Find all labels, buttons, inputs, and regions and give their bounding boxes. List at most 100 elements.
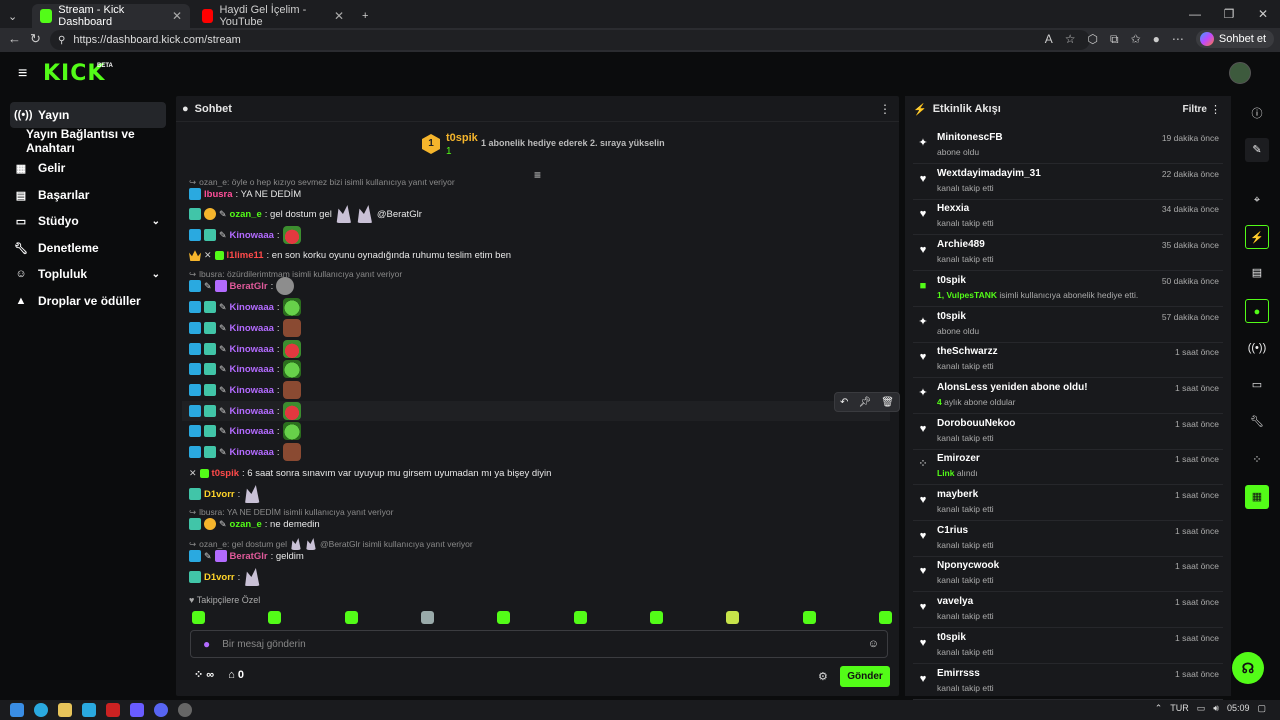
tab-list-button[interactable]: ⌄ — [2, 4, 28, 28]
event-username[interactable]: t0spik — [937, 632, 966, 643]
activity-event[interactable]: ✦ MinitonescFB abone oldu 19 dakika önce — [913, 128, 1223, 164]
activity-event[interactable]: ♥ theSchwarzz kanalı takip etti 1 saat önce — [913, 342, 1223, 379]
copilot-chat-button[interactable]: Sohbet et — [1195, 30, 1274, 48]
chat-message[interactable]: ✎ BeratGlr : — [189, 277, 295, 295]
sidebar-item-gelir[interactable]: ▦ Gelir — [10, 155, 166, 181]
discord-icon[interactable] — [154, 703, 168, 717]
emote-icon[interactable] — [573, 611, 587, 624]
chat-message[interactable]: ✕ t0spik : 6 saat sonra sınavım var uyuy… — [189, 464, 551, 482]
chat-username[interactable]: ozan_e — [230, 519, 262, 530]
chat-message[interactable]: ✎ Kinowaaa : — [189, 226, 301, 244]
browser-tab-kick[interactable]: Stream - Kick Dashboard ✕ — [32, 4, 190, 28]
activity-event[interactable]: ♥ Nponycwook kanalı takip etti 1 saat önce — [913, 556, 1223, 593]
clock[interactable]: 05:09 — [1227, 703, 1250, 714]
user-avatar[interactable] — [1229, 62, 1251, 84]
reload-icon[interactable]: ↻ — [30, 31, 41, 47]
chat-message[interactable]: ✕ l1lime11 : en son korku oyunu oynadığı… — [189, 246, 511, 264]
volume-icon[interactable]: 🔊︎ — [1213, 703, 1219, 714]
close-tab-icon[interactable]: ✕ — [334, 9, 344, 23]
chat-username[interactable]: ozan_e — [230, 209, 262, 220]
sidebar-item-droplar[interactable]: ▲ Droplar ve ödüller — [10, 288, 166, 314]
event-username[interactable]: Emirozer — [937, 453, 980, 464]
site-info-icon[interactable]: ⚲ — [58, 35, 65, 46]
extensions-icon[interactable]: ⬡ — [1088, 32, 1098, 46]
opera-icon[interactable] — [106, 703, 120, 717]
chat-message[interactable]: ✎ Kinowaaa: — [189, 422, 301, 440]
activity-event[interactable]: ♥ Emirrsss kanalı takip etti 1 saat önce — [913, 664, 1223, 700]
microphone-icon[interactable]: ● — [203, 637, 210, 651]
url-field[interactable]: ⚲ https://dashboard.kick.com/stream — [50, 30, 1090, 50]
chat-message[interactable]: ✎ BeratGlr : geldim — [189, 547, 304, 565]
sidebar-item-yayin[interactable]: ((•)) Yayın — [10, 102, 166, 128]
chat-username[interactable]: Kinowaaa — [230, 406, 274, 417]
activity-event[interactable]: ♥ vavelya kanalı takip etti 1 saat önce — [913, 592, 1223, 629]
sidebar-item-basarilar[interactable]: ▤ Başarılar — [10, 182, 166, 208]
chat-message[interactable]: ✎ Kinowaaa: — [189, 443, 301, 461]
wrench-icon[interactable]: 🔧︎ — [1245, 410, 1269, 434]
chat-username[interactable]: Kinowaaa — [230, 447, 274, 458]
info-icon[interactable]: ⓘ — [1245, 102, 1269, 126]
event-username[interactable]: C1rius — [937, 525, 968, 536]
event-username[interactable]: t0spik — [937, 275, 966, 286]
sidebar-item-topluluk[interactable]: ☺ Topluluk ⌄ — [10, 261, 166, 287]
sidebar-item-denetleme[interactable]: 🔧︎ Denetleme — [10, 235, 166, 261]
chat-options-icon[interactable]: ⋮ — [879, 102, 891, 116]
clapperboard-icon[interactable]: ▦ — [1245, 485, 1269, 509]
community-rail-icon[interactable]: ⁘ — [1245, 448, 1269, 472]
sidebar-item-stream-key[interactable]: Yayın Bağlantısı ve Anahtarı — [10, 127, 166, 155]
favorites-icon[interactable]: ✩ — [1131, 32, 1141, 46]
activity-event[interactable]: ♥ DorobouuNekoo kanalı takip etti 1 saat ön… — [913, 414, 1223, 450]
vegas-icon[interactable] — [130, 703, 144, 717]
emote-icon[interactable] — [192, 611, 205, 624]
activity-event[interactable]: ✦ AlonsLess yeniden abone oldu! 4 aylık ab… — [913, 378, 1223, 414]
event-username[interactable]: MinitonescFB — [937, 132, 1003, 143]
event-username[interactable]: DorobouuNekoo — [937, 418, 1015, 429]
activity-event[interactable]: ♥ C1rius kanalı takip etti 1 saat önce — [913, 521, 1223, 557]
chat-message[interactable]: ✎ ozan_e : gel dostum gel @BeratGlr — [189, 205, 422, 223]
chat-settings-icon[interactable]: ⚙ — [818, 670, 828, 683]
filter-button[interactable]: Filtre — [1183, 104, 1207, 115]
chat-username[interactable]: t0spik — [212, 468, 239, 479]
emote-icon[interactable] — [726, 611, 740, 624]
start-windows-icon[interactable] — [10, 703, 24, 717]
notes-icon[interactable]: ▤ — [1245, 261, 1269, 285]
menu-hamburger-icon[interactable]: ≡ — [18, 65, 27, 83]
chat-username[interactable]: Kinowaaa — [230, 426, 274, 437]
back-icon[interactable]: ← — [8, 31, 21, 46]
store-indicator[interactable]: ⌂ 0 — [228, 669, 244, 681]
edit-icon[interactable]: ✎ — [1245, 138, 1269, 162]
chat-username[interactable]: Kinowaaa — [230, 230, 274, 241]
layout-icon[interactable]: ▭ — [1245, 373, 1269, 397]
chat-message[interactable]: ✎ Kinowaaa: — [189, 340, 301, 358]
chat-message[interactable]: D1vorr : — [189, 568, 261, 586]
activity-event[interactable]: ♥ t0spik kanalı takip etti 1 saat önce — [913, 628, 1223, 664]
chat-username[interactable]: D1vorr — [204, 489, 235, 500]
chat-message[interactable]: ✎ ozan_e : ne demedin — [189, 515, 320, 533]
event-username[interactable]: mayberk — [937, 489, 978, 500]
activity-event[interactable]: ♥ mayberk kanalı takip etti 1 saat önce — [913, 485, 1223, 521]
chat-message[interactable]: D1vorr : — [189, 485, 261, 503]
chat-message[interactable]: lbusra : YA NE DEDİM — [189, 185, 301, 203]
emote-icon[interactable] — [268, 611, 282, 624]
collections-icon[interactable]: ⧉ — [1110, 32, 1119, 47]
event-username[interactable]: Nponycwook — [937, 560, 999, 571]
emote-icon[interactable] — [497, 611, 511, 624]
chat-username[interactable]: BeratGlr — [230, 281, 268, 292]
tray-chevron-icon[interactable]: ⌃ — [1155, 703, 1163, 714]
browser-tab-youtube[interactable]: Haydi Gel İçelim - YouTube ✕ — [194, 4, 352, 28]
activity-event[interactable]: ⁘ Emirozer Link alındı 1 saat önce — [913, 449, 1223, 486]
broadcast-rail-icon[interactable]: ((•)) — [1245, 336, 1269, 360]
event-username[interactable]: AlonsLess yeniden abone oldu! — [937, 382, 1088, 393]
chat-toggle-icon[interactable]: ● — [1245, 299, 1269, 323]
reply-icon[interactable]: ↶ — [840, 397, 848, 408]
read-aloud-icon[interactable]: A — [1045, 32, 1053, 46]
chat-username[interactable]: lbusra — [204, 189, 233, 200]
restore-icon[interactable]: ❐ — [1212, 0, 1246, 28]
close-tab-icon[interactable]: ✕ — [172, 9, 182, 23]
obs-icon[interactable] — [178, 703, 192, 717]
file-explorer-icon[interactable] — [58, 703, 72, 717]
activity-lightning-icon[interactable]: ⚡ — [1245, 225, 1269, 249]
chat-message[interactable]: ✎ Kinowaaa: — [189, 319, 301, 337]
send-button[interactable]: Gönder — [840, 666, 890, 687]
more-icon[interactable]: ⋯ — [1172, 32, 1184, 46]
